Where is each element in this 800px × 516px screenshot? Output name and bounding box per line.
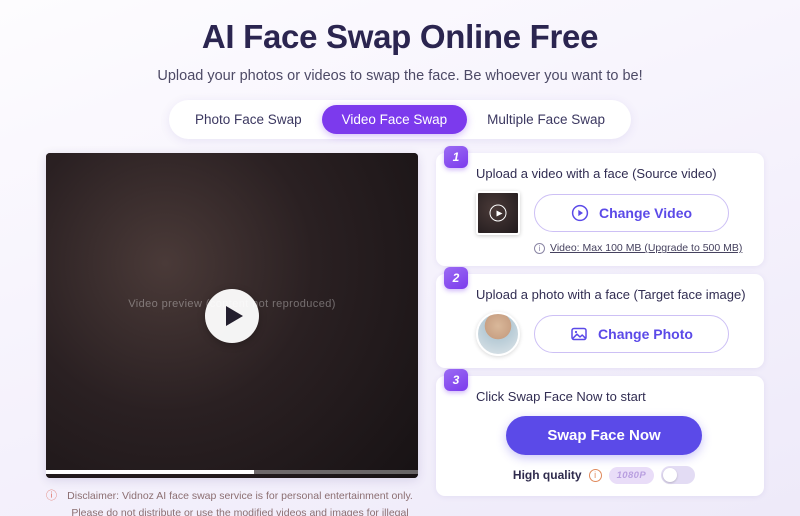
step-1-body: Change Video bbox=[458, 191, 750, 236]
quality-badge: 1080P bbox=[608, 466, 655, 484]
quality-label: High quality bbox=[512, 468, 582, 483]
page-title: AI Face Swap Online Free bbox=[201, 18, 599, 55]
step-card-2: 2 Upload a photo with a face (Target fac… bbox=[436, 267, 764, 369]
preview-column: Video preview (content not reproduced) ⓘ… bbox=[46, 153, 418, 516]
steps-column: 1 Upload a video with a face (Source vid… bbox=[436, 146, 764, 497]
info-circle-icon: ⓘ bbox=[46, 490, 57, 503]
tab-bar-wrapper: Photo Face Swap Video Face Swap Multiple… bbox=[0, 100, 800, 140]
high-quality-toggle[interactable] bbox=[661, 466, 696, 485]
change-video-label: Change Video bbox=[598, 205, 693, 222]
tab-bar: Photo Face Swap Video Face Swap Multiple… bbox=[169, 100, 631, 140]
tab-multiple-face-swap[interactable]: Multiple Face Swap bbox=[467, 105, 625, 134]
page-subtitle: Upload your photos or videos to swap the… bbox=[157, 68, 643, 85]
tab-video-face-swap[interactable]: Video Face Swap bbox=[321, 105, 468, 135]
video-progress-fill bbox=[46, 470, 255, 475]
change-photo-label: Change Photo bbox=[598, 326, 693, 343]
swap-face-now-button[interactable]: Swap Face Now bbox=[506, 416, 702, 456]
disclaimer: ⓘ Disclaimer: Vidnoz AI face swap servic… bbox=[46, 488, 418, 516]
step-2-title: Upload a photo with a face (Target face … bbox=[476, 287, 746, 303]
video-size-limit-link[interactable]: Video: Max 100 MB (Upgrade to 500 MB) bbox=[550, 242, 742, 254]
tab-photo-face-swap[interactable]: Photo Face Swap bbox=[175, 105, 322, 134]
source-video-thumbnail[interactable] bbox=[476, 191, 520, 236]
toggle-knob bbox=[663, 468, 678, 483]
play-button[interactable] bbox=[205, 288, 259, 343]
info-circle-icon: i bbox=[534, 242, 545, 254]
step-2-badge: 2 bbox=[444, 267, 468, 290]
step-card-1: 1 Upload a video with a face (Source vid… bbox=[436, 146, 764, 267]
step-1-title: Upload a video with a face (Source video… bbox=[476, 166, 717, 182]
info-circle-icon[interactable]: i bbox=[588, 468, 602, 482]
main-content: Video preview (content not reproduced) ⓘ… bbox=[0, 139, 800, 516]
play-circle-icon bbox=[571, 204, 589, 222]
step-3-badge: 3 bbox=[444, 369, 468, 392]
step-1-meta: i Video: Max 100 MB (Upgrade to 500 MB) bbox=[534, 242, 750, 254]
play-circle-icon bbox=[489, 204, 507, 222]
target-photo-thumbnail[interactable] bbox=[476, 312, 520, 357]
step-1-badge: 1 bbox=[444, 146, 468, 169]
image-icon bbox=[570, 325, 588, 343]
play-triangle-icon bbox=[226, 305, 243, 326]
disclaimer-text: Disclaimer: Vidnoz AI face swap service … bbox=[67, 490, 413, 516]
change-video-button[interactable]: Change Video bbox=[534, 194, 729, 233]
video-player[interactable]: Video preview (content not reproduced) bbox=[46, 153, 418, 479]
step-card-3: 3 Click Swap Face Now to start Swap Face… bbox=[436, 369, 764, 497]
step-2-body: Change Photo bbox=[458, 312, 750, 357]
quality-row: High quality i 1080P bbox=[458, 466, 750, 485]
change-photo-button[interactable]: Change Photo bbox=[534, 315, 729, 354]
step-3-title: Click Swap Face Now to start bbox=[476, 389, 646, 405]
video-progress-bar[interactable] bbox=[46, 470, 418, 475]
